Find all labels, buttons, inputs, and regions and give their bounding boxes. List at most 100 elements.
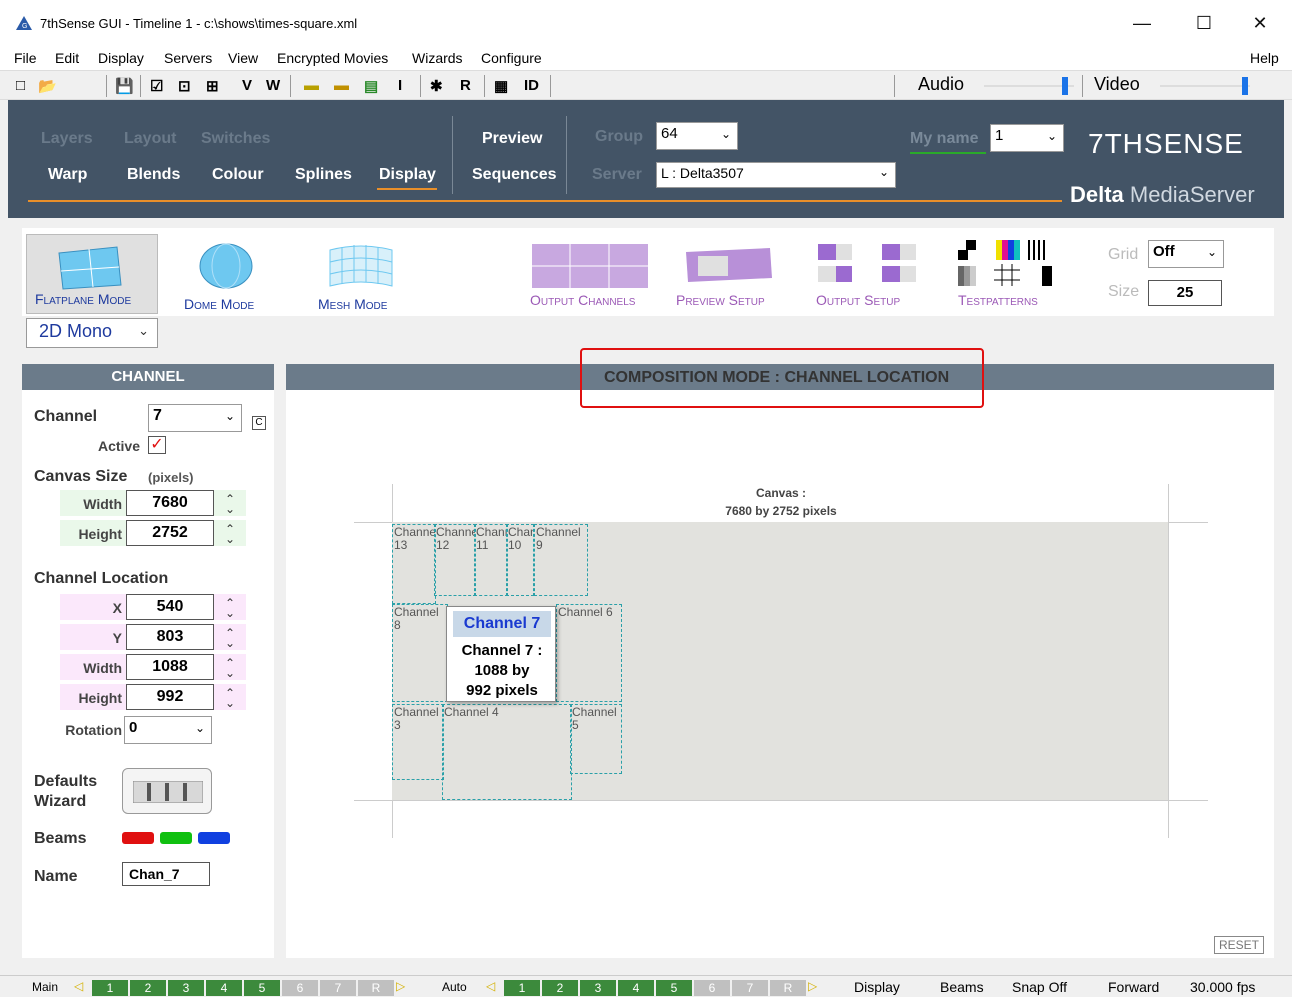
main-next-icon[interactable]: ▷ <box>396 979 405 993</box>
menu-configure[interactable]: Configure <box>481 50 542 66</box>
rotation-select[interactable]: 0 ⌄ <box>124 716 212 744</box>
properties-icon[interactable]: ☑ <box>150 77 163 95</box>
menu-servers[interactable]: Servers <box>164 50 212 66</box>
fit-icon[interactable]: ⊡ <box>178 77 191 95</box>
nav-preview[interactable]: Preview <box>482 130 542 148</box>
video-slider-track[interactable] <box>1160 85 1250 87</box>
minimize-button[interactable]: — <box>1122 8 1162 38</box>
nav-warp[interactable]: Warp <box>48 166 87 184</box>
active-checkbox[interactable]: ✓ <box>148 436 166 454</box>
nav-switches[interactable]: Switches <box>201 130 270 148</box>
output-setup-button[interactable]: Output Setup <box>812 238 922 314</box>
auto-track-2[interactable]: 2 <box>542 980 578 996</box>
beams-status[interactable]: Beams <box>940 979 984 995</box>
canvas-width-input[interactable]: 7680 <box>126 490 214 516</box>
main-track-5[interactable]: 5 <box>244 980 280 996</box>
auto-prev-icon[interactable]: ◁ <box>486 979 495 993</box>
channel-5-box[interactable]: Channel 5 <box>570 704 622 774</box>
grid-select[interactable]: Off ⌄ <box>1148 240 1224 268</box>
screen-icon[interactable]: ▬ <box>334 77 349 94</box>
nav-splines[interactable]: Splines <box>295 166 352 184</box>
id-button[interactable]: ID <box>524 77 539 94</box>
c-button[interactable]: C <box>252 416 266 430</box>
canvas-width-spinner-icon[interactable]: ⌃ ⌄ <box>220 493 240 515</box>
i-button[interactable]: I <box>398 77 402 94</box>
nav-blends[interactable]: Blends <box>127 166 180 184</box>
display-status[interactable]: Display <box>854 979 900 995</box>
menu-view[interactable]: View <box>228 50 258 66</box>
group-select[interactable]: 64 ⌄ <box>656 122 738 150</box>
menu-edit[interactable]: Edit <box>55 50 79 66</box>
nav-display[interactable]: Display <box>379 166 436 184</box>
grid-view-icon[interactable]: ⊞ <box>206 77 219 95</box>
auto-track-6[interactable]: 6 <box>694 980 730 996</box>
menu-display[interactable]: Display <box>98 50 144 66</box>
auto-track-7[interactable]: 7 <box>732 980 768 996</box>
main-track-7[interactable]: 7 <box>320 980 356 996</box>
snap-status[interactable]: Snap Off <box>1012 979 1067 995</box>
channel-select[interactable]: 7 ⌄ <box>148 404 242 432</box>
video-slider-thumb[interactable] <box>1242 77 1248 95</box>
location-width-spinner-icon[interactable]: ⌃ ⌄ <box>220 657 240 679</box>
auto-track-R[interactable]: R <box>770 980 806 996</box>
beam-red-swatch[interactable] <box>122 832 154 844</box>
menu-encrypted-movies[interactable]: Encrypted Movies <box>277 50 388 66</box>
y-input[interactable]: 803 <box>126 624 214 650</box>
channel-3-box[interactable]: Channel 3 <box>392 704 444 780</box>
canvas-height-spinner-icon[interactable]: ⌃ ⌄ <box>220 523 240 545</box>
asterisk-icon[interactable]: ✱ <box>430 77 443 95</box>
new-file-icon[interactable]: □ <box>16 77 25 94</box>
location-width-input[interactable]: 1088 <box>126 654 214 680</box>
channel-6-box[interactable]: Channel 6 <box>556 604 622 702</box>
auto-track-1[interactable]: 1 <box>504 980 540 996</box>
main-track-4[interactable]: 4 <box>206 980 242 996</box>
close-button[interactable]: ✕ <box>1240 8 1280 38</box>
main-track-R[interactable]: R <box>358 980 394 996</box>
channel-4-box[interactable]: Channel 4 <box>442 704 572 800</box>
audio-slider-track[interactable] <box>984 85 1074 87</box>
beam-blue-swatch[interactable] <box>198 832 230 844</box>
y-spinner-icon[interactable]: ⌃ ⌄ <box>220 627 240 649</box>
main-track-1[interactable]: 1 <box>92 980 128 996</box>
output-channels-button[interactable]: Output Channels <box>522 238 662 314</box>
channel-8-box[interactable]: Channel 8 <box>392 604 448 702</box>
defaults-wizard-button[interactable] <box>122 768 212 814</box>
forward-status[interactable]: Forward <box>1108 979 1159 995</box>
main-prev-icon[interactable]: ◁ <box>74 979 83 993</box>
mesh-mode-button[interactable]: Mesh Mode <box>312 234 412 314</box>
preview-setup-button[interactable]: Preview Setup <box>672 238 792 314</box>
audio-slider-thumb[interactable] <box>1061 77 1068 95</box>
menu-file[interactable]: File <box>14 50 37 66</box>
flatplane-mode-button[interactable]: Flatplane Mode <box>26 234 158 314</box>
auto-track-5[interactable]: 5 <box>656 980 692 996</box>
channel-7-box[interactable]: Channel 7 Channel 7 : 1088 by 992 pixels <box>446 606 556 702</box>
menu-wizards[interactable]: Wizards <box>412 50 463 66</box>
nav-sequences[interactable]: Sequences <box>472 166 556 184</box>
nav-layout[interactable]: Layout <box>124 130 176 148</box>
auto-track-3[interactable]: 3 <box>580 980 616 996</box>
table-icon[interactable]: ▦ <box>494 77 508 95</box>
maximize-button[interactable]: ☐ <box>1184 8 1224 38</box>
channel-10-box[interactable]: Channel 10 <box>506 524 534 596</box>
r-button[interactable]: R <box>460 77 471 94</box>
monitor-icon[interactable]: ▬ <box>304 77 319 94</box>
main-track-2[interactable]: 2 <box>130 980 166 996</box>
beam-green-swatch[interactable] <box>160 832 192 844</box>
dome-mode-button[interactable]: Dome Mode <box>172 234 292 314</box>
nav-layers[interactable]: Layers <box>41 130 93 148</box>
channel-11-box[interactable]: Channel 11 <box>474 524 508 596</box>
x-spinner-icon[interactable]: ⌃ ⌄ <box>220 597 240 619</box>
open-folder-icon[interactable]: 📂 <box>38 77 57 95</box>
main-track-3[interactable]: 3 <box>168 980 204 996</box>
channel-9-box[interactable]: Channel 9 <box>534 524 588 596</box>
location-height-spinner-icon[interactable]: ⌃ ⌄ <box>220 687 240 709</box>
channel-13-box[interactable]: Channel 13 <box>392 524 436 604</box>
x-input[interactable]: 540 <box>126 594 214 620</box>
location-height-input[interactable]: 992 <box>126 684 214 710</box>
w-button[interactable]: W <box>266 77 280 94</box>
levels-icon[interactable]: ▤ <box>364 77 378 95</box>
name-input[interactable]: Chan_7 <box>122 862 210 886</box>
stereo-mode-select[interactable]: 2D Mono ⌄ <box>26 318 158 348</box>
auto-track-4[interactable]: 4 <box>618 980 654 996</box>
menu-help[interactable]: Help <box>1250 50 1279 66</box>
